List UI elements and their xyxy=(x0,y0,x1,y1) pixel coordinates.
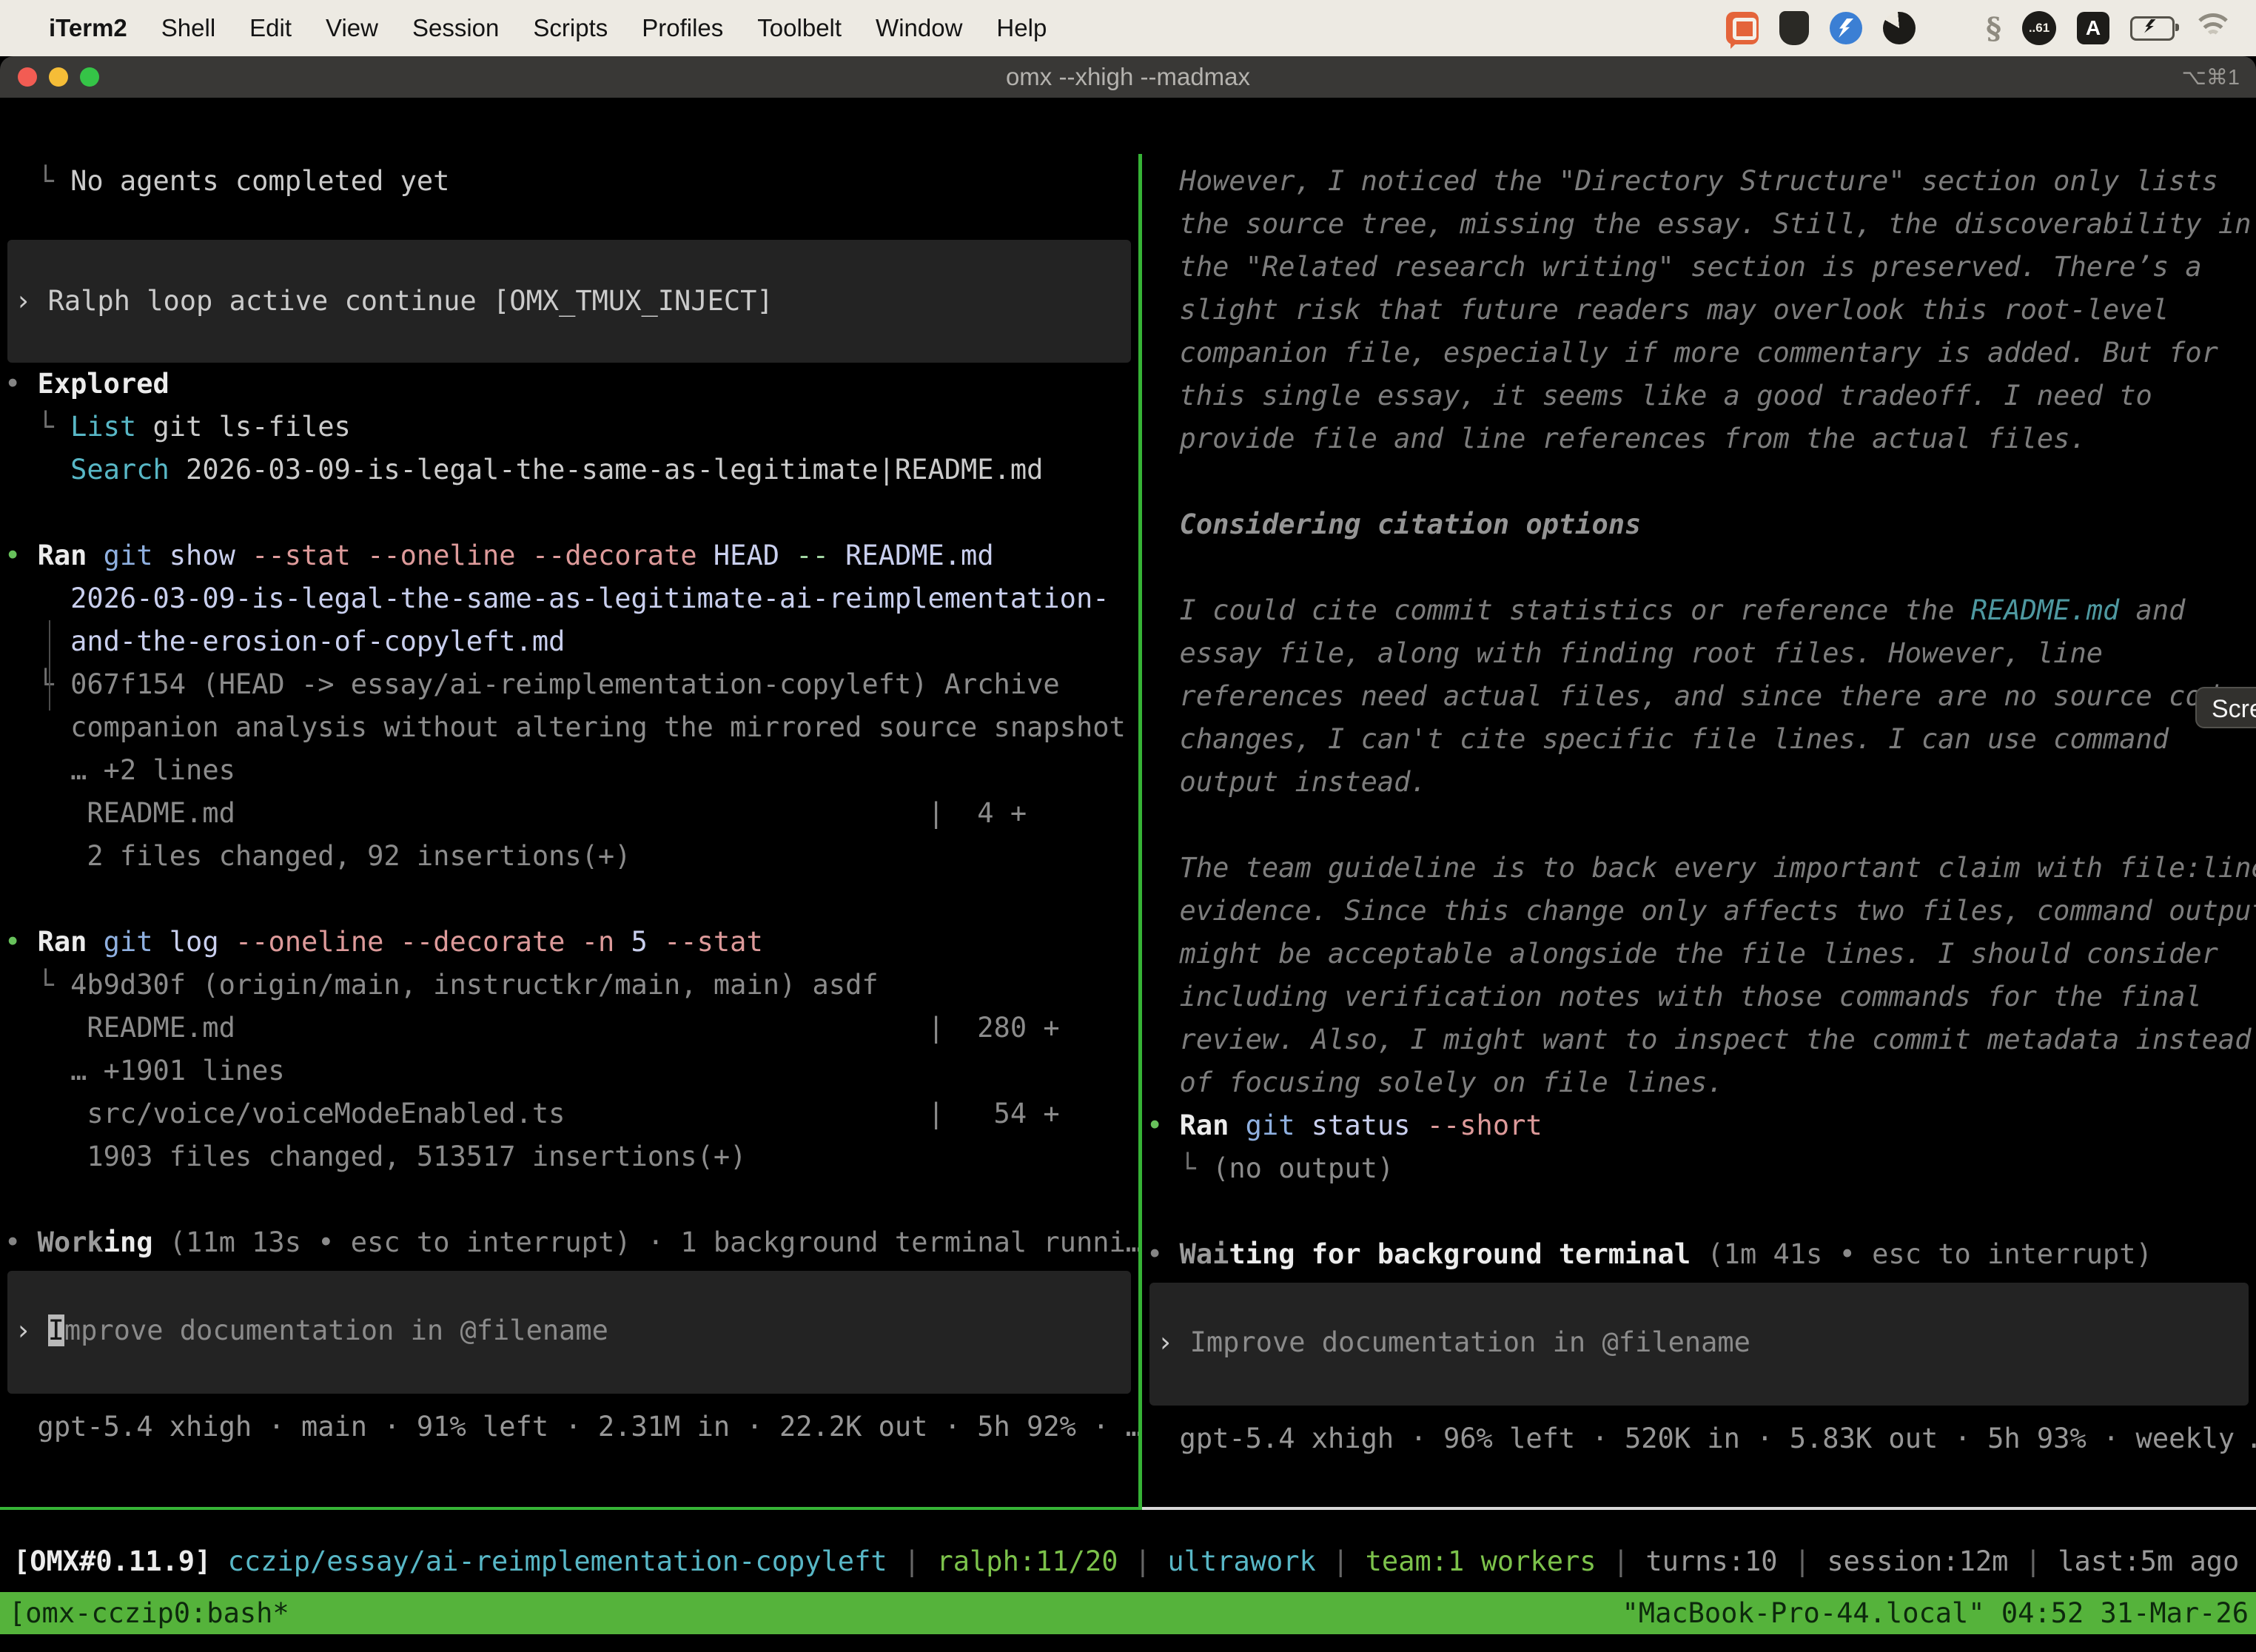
menu-item-window[interactable]: Window xyxy=(876,14,962,42)
macos-menu-bar: iTerm2 Shell Edit View Session Scripts Profile… xyxy=(0,0,2256,56)
omx-status-line: [OMX#0.11.9] cczip/essay/ai-reimplementa… xyxy=(0,1540,2256,1583)
terminal-line: Considering citation options xyxy=(1147,503,2256,546)
terminal-line: evidence. Since this change only affects… xyxy=(1147,890,2256,933)
shield-grid-icon[interactable] xyxy=(1779,11,1809,45)
terminal-line: [OMX#0.11.9] cczip/essay/ai-reimplementa… xyxy=(13,1540,2256,1583)
menu-item-iterm2[interactable]: iTerm2 xyxy=(49,14,127,42)
terminal-line: └ List git ls-files xyxy=(4,406,1138,449)
menu-item-scripts[interactable]: Scripts xyxy=(533,14,608,42)
app-menus: iTerm2 Shell Edit View Session Scripts Profile… xyxy=(49,14,1047,42)
window-title-bar[interactable]: omx --xhigh --madmax ⌥⌘1 xyxy=(0,56,2256,98)
terminal-line: changes, I can't cite specific file line… xyxy=(1147,718,2256,761)
terminal-line: └ 4b9d30f (origin/main, instructkr/main,… xyxy=(4,964,1138,1007)
wifi-icon[interactable] xyxy=(2195,15,2231,41)
terminal-line: of focusing solely on file lines. xyxy=(1147,1061,2256,1104)
terminal-line: The team guideline is to back every impo… xyxy=(1147,847,2256,890)
squiggle-icon[interactable]: § xyxy=(1986,11,2001,46)
terminal-line: the source tree, missing the essay. Stil… xyxy=(1147,203,2256,246)
terminal-line: 2 files changed, 92 insertions(+) xyxy=(4,835,1138,878)
terminal-line: └ No agents completed yet xyxy=(4,160,1138,203)
menu-item-session[interactable]: Session xyxy=(412,14,499,42)
tmux-status-bar: [omx-cczip0:bash* "MacBook-Pro-44.local"… xyxy=(0,1592,2256,1634)
terminal-line: └ (no output) xyxy=(1147,1147,2256,1190)
terminal-line: README.md | 280 + xyxy=(4,1007,1138,1050)
menu-item-help[interactable]: Help xyxy=(996,14,1047,42)
terminal-line: output instead. xyxy=(1147,761,2256,804)
terminal-line: the "Related research writing" section i… xyxy=(1147,246,2256,289)
window-title: omx --xhigh --madmax xyxy=(0,63,2256,91)
terminal-line: provide file and line references from th… xyxy=(1147,417,2256,460)
terminal-line: • Waiting for background terminal (1m 41… xyxy=(1147,1233,2256,1276)
terminal-line: • Ran git show --stat --oneline --decora… xyxy=(4,534,1138,577)
terminal-line: README.md | 4 + xyxy=(4,792,1138,835)
left-prompt-input[interactable]: › Improve documentation in @filename xyxy=(7,1271,1131,1394)
terminal-line: companion analysis without altering the … xyxy=(4,706,1138,749)
terminal-line: might be acceptable alongside the file l… xyxy=(1147,933,2256,976)
menu-item-edit[interactable]: Edit xyxy=(249,14,292,42)
terminal-line: › Ralph loop active continue [OMX_TMUX_I… xyxy=(15,280,1124,323)
tmux-session-name[interactable]: [omx-cczip0:bash* xyxy=(0,1597,289,1629)
terminal-line xyxy=(1147,546,2256,589)
right-agent-log: However, I noticed the "Directory Struct… xyxy=(1147,160,2256,1276)
terminal-line: I could cite commit statistics or refere… xyxy=(1147,589,2256,632)
chat-app-icon[interactable] xyxy=(1726,12,1759,44)
terminal-line xyxy=(1147,460,2256,503)
terminal-line: However, I noticed the "Directory Struct… xyxy=(1147,160,2256,203)
terminal-line: • Ran git log --oneline --decorate -n 5 … xyxy=(4,921,1138,964)
terminal-line: gpt-5.4 xhigh · 96% left · 520K in · 5.8… xyxy=(1147,1417,2256,1460)
terminal-line: … +1901 lines xyxy=(4,1050,1138,1092)
left-agent-log: • Explored └ List git ls-files Search 20… xyxy=(4,363,1138,1264)
screen-overlay-tooltip: Scre xyxy=(2195,687,2256,728)
menu-item-shell[interactable]: Shell xyxy=(161,14,215,42)
terminal-line xyxy=(4,878,1138,921)
terminal-line: • Working (11m 13s • esc to interrupt) ·… xyxy=(4,1221,1138,1264)
terminal-line: including verification notes with those … xyxy=(1147,976,2256,1018)
left-scrollback-top: └ No agents completed yet xyxy=(4,160,1138,203)
right-prompt-input[interactable]: › Improve documentation in @filename xyxy=(1149,1283,2249,1406)
terminal-line: slight risk that future readers may over… xyxy=(1147,289,2256,332)
terminal-line xyxy=(1147,804,2256,847)
terminal-line: src/voice/voiceModeEnabled.ts | 54 + xyxy=(4,1092,1138,1135)
terminal-line: review. Also, I might want to inspect th… xyxy=(1147,1018,2256,1061)
menu-item-view[interactable]: View xyxy=(326,14,378,42)
terminal-line xyxy=(1147,1190,2256,1233)
menu-bar-status-icons: § ..61 A xyxy=(1726,11,2256,46)
terminal-line: … +2 lines xyxy=(4,749,1138,792)
terminal-line: › Improve documentation in @filename xyxy=(1157,1321,2241,1364)
dot-grid-icon[interactable] xyxy=(1936,14,1965,43)
terminal-line: • Explored xyxy=(4,363,1138,406)
tmux-host-clock: "MacBook-Pro-44.local" 04:52 31-Mar-26 xyxy=(1622,1597,2256,1629)
right-agent-pane[interactable]: However, I noticed the "Directory Struct… xyxy=(1142,154,2256,1510)
terminal-line: this single essay, it seems like a good … xyxy=(1147,375,2256,417)
terminal-line: Search 2026-03-09-is-legal-the-same-as-l… xyxy=(4,449,1138,491)
blue-bolt-badge-icon[interactable] xyxy=(1830,12,1862,44)
terminal-line xyxy=(4,1178,1138,1221)
circle-61-badge[interactable]: ..61 xyxy=(2022,11,2056,45)
terminal-line: 2026-03-09-is-legal-the-same-as-legitima… xyxy=(4,577,1138,620)
menu-item-toolbelt[interactable]: Toolbelt xyxy=(757,14,842,42)
right-model-status: gpt-5.4 xhigh · 96% left · 520K in · 5.8… xyxy=(1147,1417,2256,1460)
terminal-line: • Ran git status --short xyxy=(1147,1104,2256,1147)
left-inject-banner: › Ralph loop active continue [OMX_TMUX_I… xyxy=(7,240,1131,363)
terminal-line xyxy=(4,491,1138,534)
iterm2-window: omx --xhigh --madmax ⌥⌘1 └ No agents com… xyxy=(0,56,2256,1652)
terminal-line: references need actual files, and since … xyxy=(1147,675,2256,718)
tree-guide-line xyxy=(49,620,50,711)
menu-item-profiles[interactable]: Profiles xyxy=(642,14,723,42)
left-model-status: gpt-5.4 xhigh · main · 91% left · 2.31M … xyxy=(4,1406,1138,1448)
terminal-line: companion file, especially if more comme… xyxy=(1147,332,2256,375)
battery-icon[interactable] xyxy=(2130,16,2175,41)
window-shortcut-badge: ⌥⌘1 xyxy=(2181,64,2240,90)
terminal-line: essay file, along with finding root file… xyxy=(1147,632,2256,675)
terminal-line: and-the-erosion-of-copyleft.md xyxy=(4,620,1138,663)
terminal-line: 1903 files changed, 513517 insertions(+) xyxy=(4,1135,1138,1178)
terminal-line: └ 067f154 (HEAD -> essay/ai-reimplementa… xyxy=(4,663,1138,706)
terminal-line: › Improve documentation in @filename xyxy=(15,1309,1124,1352)
left-agent-pane[interactable]: └ No agents completed yet › Ralph loop a… xyxy=(0,154,1138,1510)
terminal-line: gpt-5.4 xhigh · main · 91% left · 2.31M … xyxy=(4,1406,1138,1448)
pie-circle-icon[interactable] xyxy=(1883,12,1916,44)
a-square-icon[interactable]: A xyxy=(2077,12,2109,44)
